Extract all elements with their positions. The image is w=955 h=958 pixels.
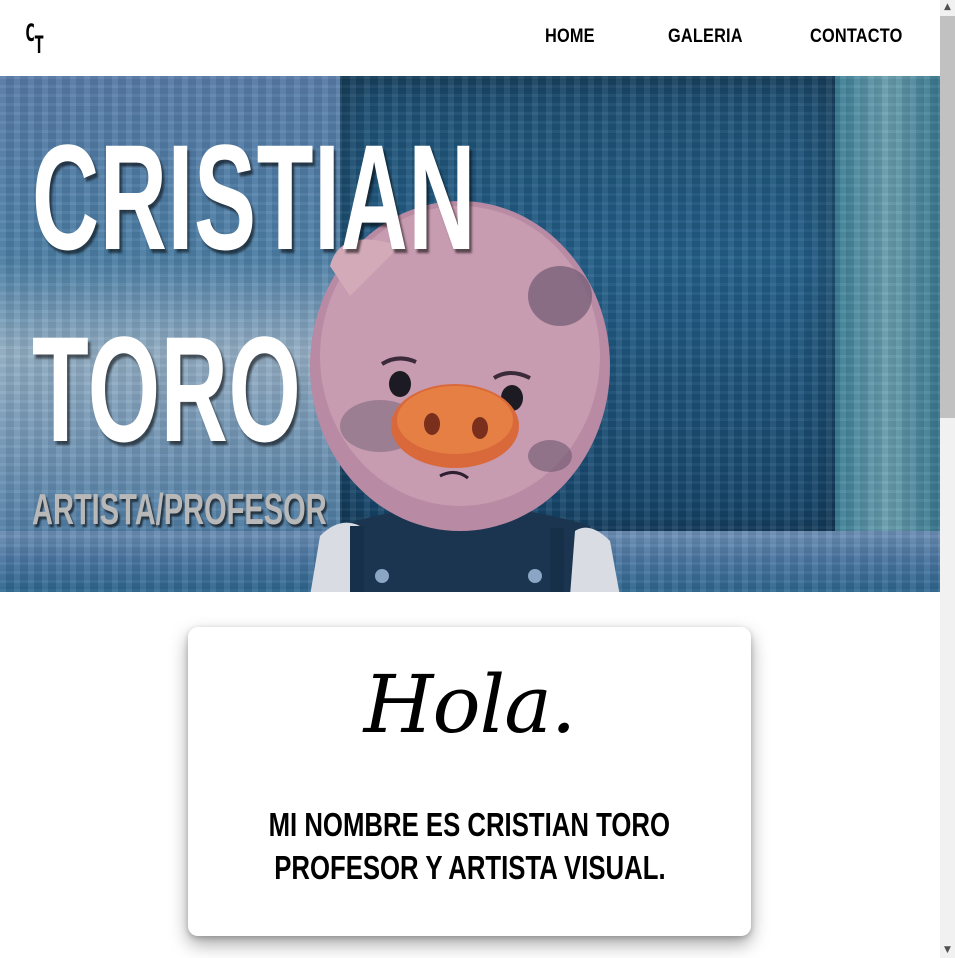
card-intro-line-2-text: PROFESOR Y ARTISTA VISUAL.	[273, 849, 666, 886]
nav-home-link[interactable]: HOME	[545, 25, 595, 49]
site-logo[interactable]: C T	[25, 19, 49, 59]
card-intro-line-2: PROFESOR Y ARTISTA VISUAL.	[188, 847, 751, 889]
card-greeting: Hola.	[363, 658, 577, 751]
logo-letter-t: T	[34, 31, 45, 59]
site-header: C T HOME GALERIA CONTACTO	[0, 0, 940, 76]
hero-banner: CRISTIAN TORO ARTISTA/PROFESOR	[0, 76, 940, 592]
scroll-down-arrow-icon[interactable]: ▼	[940, 943, 955, 958]
card-intro-line-1: MI NOMBRE ES CRISTIAN TORO	[188, 804, 751, 846]
vertical-scrollbar[interactable]: ▲ ▼	[940, 0, 955, 958]
page: C T HOME GALERIA CONTACTO CRISTIAN TORO …	[0, 0, 940, 958]
hero-title-last-name: TORO	[32, 305, 302, 473]
nav-contacto-link[interactable]: CONTACTO	[810, 25, 902, 49]
intro-card: Hola. MI NOMBRE ES CRISTIAN TORO PROFESO…	[188, 627, 751, 936]
hero-subtitle: ARTISTA/PROFESOR	[32, 485, 327, 534]
scrollbar-thumb[interactable]	[940, 16, 955, 418]
hero-title-first-name: CRISTIAN	[32, 113, 477, 281]
card-intro-line-1-text: MI NOMBRE ES CRISTIAN TORO	[268, 806, 671, 843]
scroll-up-arrow-icon[interactable]: ▲	[940, 0, 955, 15]
nav-galeria-link[interactable]: GALERIA	[668, 25, 743, 49]
